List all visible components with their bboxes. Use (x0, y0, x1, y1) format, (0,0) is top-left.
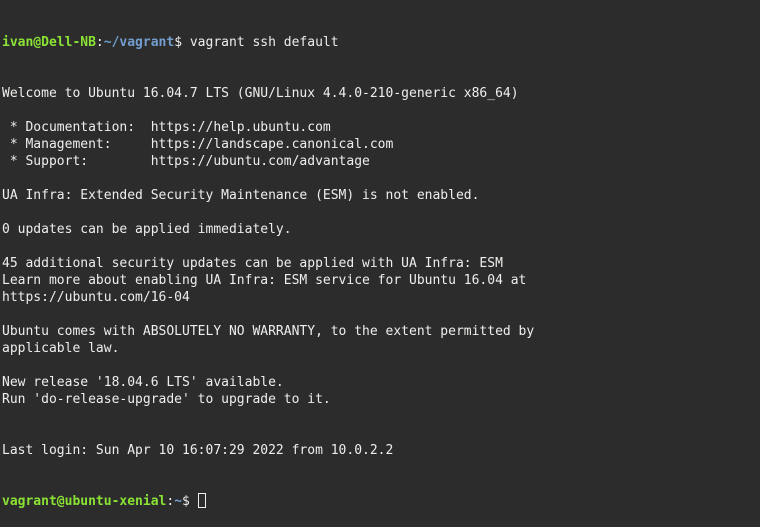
prompt-symbol: $ (182, 494, 198, 509)
output-line: https://ubuntu.com/16-04 (2, 290, 190, 305)
output-line: Welcome to Ubuntu 16.04.7 LTS (GNU/Linux… (2, 86, 519, 101)
output-line: * Documentation: https://help.ubuntu.com (2, 120, 331, 135)
prompt-colon: : (166, 494, 175, 509)
output-line: applicable law. (2, 341, 120, 356)
output-line: Run 'do-release-upgrade' to upgrade to i… (2, 392, 331, 407)
active-prompt-line[interactable]: vagrant@ubuntu-xenial:~$ (2, 493, 760, 510)
command-text: vagrant ssh default (189, 35, 339, 50)
prompt-symbol: $ (174, 35, 190, 50)
output-line: Last login: Sun Apr 10 16:07:29 2022 fro… (2, 443, 394, 458)
output-line: 45 additional security updates can be ap… (2, 256, 503, 271)
output-line: UA Infra: Extended Security Maintenance … (2, 188, 480, 203)
prompt-user-host: ivan@Dell-NB (2, 35, 96, 50)
output-line: Ubuntu comes with ABSOLUTELY NO WARRANTY… (2, 324, 535, 339)
output-line: * Management: https://landscape.canonica… (2, 137, 394, 152)
output-line: Learn more about enabling UA Infra: ESM … (2, 273, 527, 288)
output-line: 0 updates can be applied immediately. (2, 222, 292, 237)
prompt-path: ~/vagrant (103, 35, 175, 50)
output-line: * Support: https://ubuntu.com/advantage (2, 154, 370, 169)
prompt-path: ~ (174, 494, 183, 509)
prompt-user-host: vagrant@ubuntu-xenial (2, 494, 167, 509)
output-line: New release '18.04.6 LTS' available. (2, 375, 284, 390)
cursor (197, 493, 206, 508)
prompt-colon: : (95, 35, 104, 50)
terminal-output[interactable]: ivan@Dell-NB:~/vagrant$ vagrant ssh defa… (0, 0, 760, 527)
prompt-line: ivan@Dell-NB:~/vagrant$ vagrant ssh defa… (2, 34, 760, 51)
